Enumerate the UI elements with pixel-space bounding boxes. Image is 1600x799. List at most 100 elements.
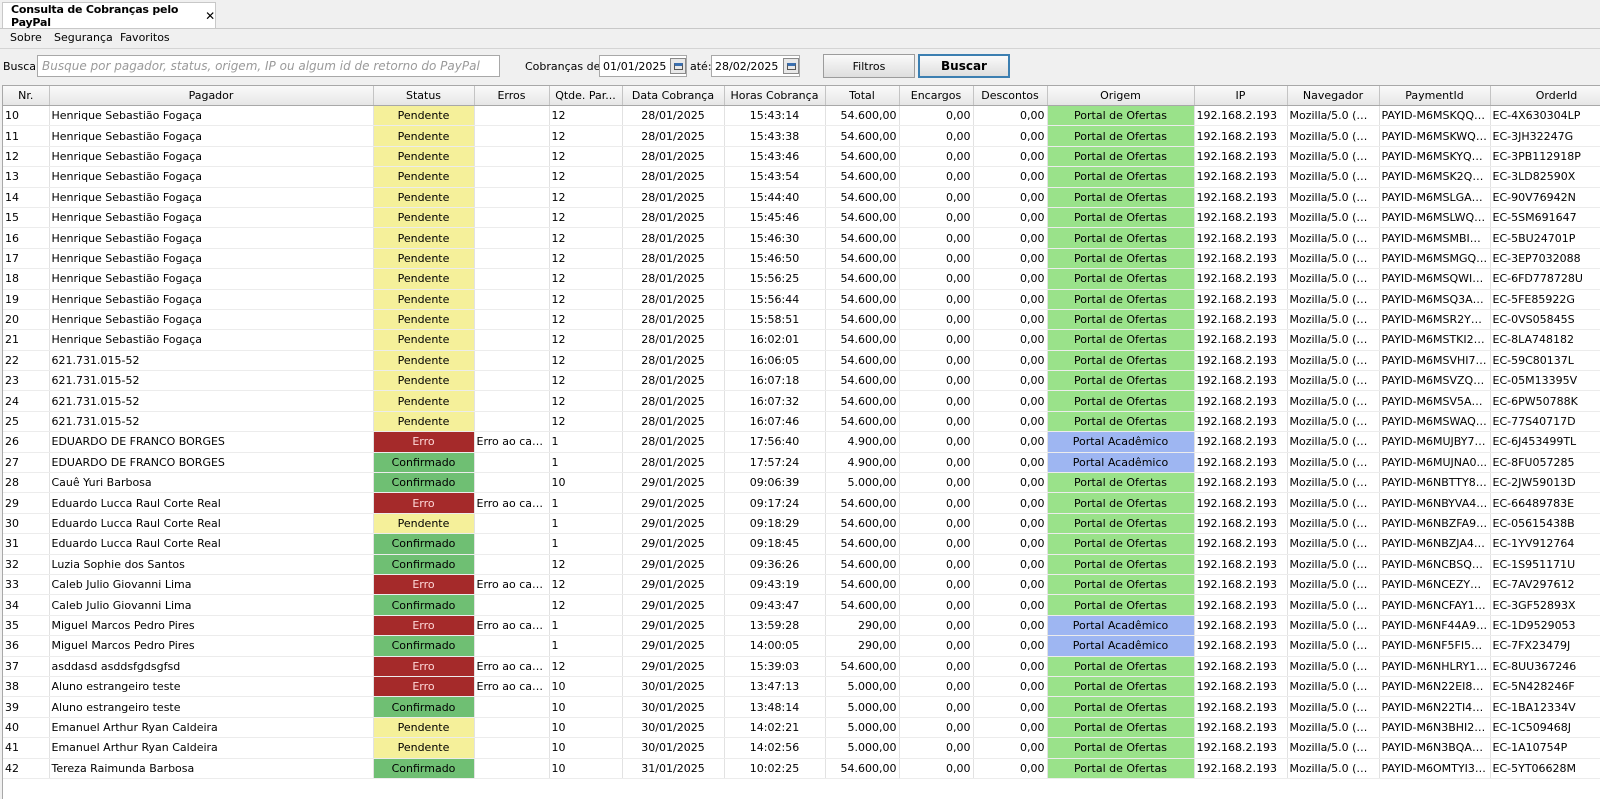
- cell-navegador: Mozilla/5.0 (Win...: [1287, 207, 1380, 229]
- col-header-descontos[interactable]: Descontos: [973, 86, 1048, 106]
- cell-status: Erro: [373, 615, 475, 637]
- col-header-origem[interactable]: Origem: [1047, 86, 1195, 106]
- tab-consulta-cobrancas[interactable]: Consulta de Cobranças pelo PayPal ✕: [2, 2, 216, 29]
- cell-nr: 13: [3, 166, 50, 188]
- cell-paymentid: PAYID-M6N22EI8EN...: [1379, 676, 1491, 698]
- cell-descontos: 0,00: [973, 533, 1048, 555]
- table-row[interactable]: 12 Henrique Sebastião Fogaça Pendente 12 28/…: [3, 146, 1600, 168]
- cell-encargos: 0,00: [899, 554, 974, 575]
- table-row[interactable]: 29 Eduardo Lucca Raul Corte Real Erro Erro …: [3, 492, 1600, 514]
- col-header-navegador[interactable]: Navegador: [1287, 86, 1380, 106]
- cell-status: Erro: [373, 656, 475, 677]
- menu-item-seguranca[interactable]: Segurança: [54, 31, 113, 44]
- menu-item-sobre[interactable]: Sobre: [10, 31, 42, 44]
- table-row[interactable]: 31 Eduardo Lucca Raul Corte Real Confirmad…: [3, 533, 1600, 555]
- cell-pagador: EDUARDO DE FRANCO BORGES: [49, 431, 374, 453]
- table-row[interactable]: 22 621.731.015-52 Pendente 12 28/01/2025 16:0…: [3, 350, 1600, 372]
- cell-encargos: 0,00: [899, 390, 974, 412]
- table-row[interactable]: 38 Aluno estrangeiro teste Erro Erro ao cap…: [3, 676, 1600, 698]
- table-row[interactable]: 23 621.731.015-52 Pendente 12 28/01/2025 16:0…: [3, 370, 1600, 392]
- col-header-status[interactable]: Status: [373, 86, 475, 106]
- table-row[interactable]: 16 Henrique Sebastião Fogaça Pendente 12 28/…: [3, 227, 1600, 249]
- col-header-encargos[interactable]: Encargos: [899, 86, 974, 106]
- table-row[interactable]: 35 Miguel Marcos Pedro Pires Erro Erro ao c…: [3, 615, 1600, 637]
- table-row[interactable]: 42 Tereza Raimunda Barbosa Confirmado 10 31/…: [3, 758, 1600, 779]
- table-row[interactable]: 41 Emanuel Arthur Ryan Caldeira Pendente 10…: [3, 737, 1600, 759]
- table-row[interactable]: 40 Emanuel Arthur Ryan Caldeira Pendente 10…: [3, 717, 1600, 739]
- search-input[interactable]: [37, 55, 500, 77]
- table-row[interactable]: 14 Henrique Sebastião Fogaça Pendente 12 28/…: [3, 187, 1600, 208]
- col-header-nr[interactable]: Nr.: [3, 86, 50, 106]
- table-row[interactable]: 15 Henrique Sebastião Fogaça Pendente 12 28/…: [3, 207, 1600, 229]
- cell-encargos: 0,00: [899, 737, 974, 759]
- table-row[interactable]: 34 Caleb Julio Giovanni Lima Confirmado 12 2…: [3, 594, 1600, 616]
- table-row[interactable]: 18 Henrique Sebastião Fogaça Pendente 12 28/…: [3, 268, 1600, 290]
- table-row[interactable]: 33 Caleb Julio Giovanni Lima Erro Erro ao c…: [3, 574, 1600, 596]
- table-row[interactable]: 11 Henrique Sebastião Fogaça Pendente 12 28/…: [3, 125, 1600, 147]
- cell-total: 54.600,00: [825, 248, 900, 270]
- table-row[interactable]: 36 Miguel Marcos Pedro Pires Confirmado 1 29…: [3, 635, 1600, 657]
- table-row[interactable]: 32 Luzia Sophie dos Santos Confirmado 12 29/…: [3, 554, 1600, 575]
- search-button[interactable]: Buscar: [918, 54, 1010, 78]
- cell-pagador: Aluno estrangeiro teste: [49, 696, 374, 718]
- table-row[interactable]: 28 Cauê Yuri Barbosa Confirmado 10 29/01/202…: [3, 472, 1600, 494]
- cell-orderid: EC-1A10754P: [1490, 737, 1600, 759]
- col-header-erros[interactable]: Erros: [474, 86, 550, 106]
- table-row[interactable]: 39 Aluno estrangeiro teste Confirmado 10 30/…: [3, 696, 1600, 718]
- calendar-icon[interactable]: [670, 58, 686, 74]
- table-row[interactable]: 27 EDUARDO DE FRANCO BORGES Confirmado 1 28/…: [3, 452, 1600, 474]
- table-row[interactable]: 13 Henrique Sebastião Fogaça Pendente 12 28/…: [3, 166, 1600, 188]
- close-icon[interactable]: ✕: [205, 9, 215, 23]
- col-header-qtde-parcelas[interactable]: Qtde. Par...: [549, 86, 623, 106]
- calendar-icon[interactable]: [783, 58, 799, 74]
- table-row[interactable]: 26 EDUARDO DE FRANCO BORGES Erro Erro ao ca…: [3, 431, 1600, 453]
- cell-nr: 27: [3, 452, 50, 474]
- cell-qtde-parcelas: 12: [549, 146, 623, 168]
- cell-qtde-parcelas: 12: [549, 105, 623, 127]
- cell-origem: Portal de Ofertas: [1047, 492, 1195, 514]
- table-row[interactable]: 37 asddasd asddsfgdsgfsd Erro Erro ao capt.…: [3, 656, 1600, 677]
- table-row[interactable]: 21 Henrique Sebastião Fogaça Pendente 12 28/…: [3, 329, 1600, 351]
- cell-status: Pendente: [373, 125, 475, 147]
- cell-encargos: 0,00: [899, 656, 974, 677]
- col-header-pagador[interactable]: Pagador: [49, 86, 374, 106]
- cell-ip: 192.168.2.193: [1194, 676, 1288, 698]
- cell-erros: [474, 370, 550, 392]
- table-row[interactable]: 17 Henrique Sebastião Fogaça Pendente 12 28/…: [3, 248, 1600, 270]
- cell-pagador: Aluno estrangeiro teste: [49, 676, 374, 698]
- cell-horas-cobranca: 16:07:32: [724, 390, 826, 412]
- cell-origem: Portal de Ofertas: [1047, 533, 1195, 555]
- cell-qtde-parcelas: 12: [549, 248, 623, 270]
- filters-button[interactable]: Filtros: [823, 54, 915, 78]
- col-header-horas-cobranca[interactable]: Horas Cobrança: [724, 86, 826, 106]
- col-header-paymentid[interactable]: PaymentId: [1379, 86, 1491, 106]
- table-row[interactable]: 25 621.731.015-52 Pendente 12 28/01/2025 16:0…: [3, 411, 1600, 433]
- cell-nr: 24: [3, 390, 50, 412]
- col-header-data-cobranca[interactable]: Data Cobrança: [622, 86, 725, 106]
- date-from-field[interactable]: 01/01/2025: [599, 55, 687, 77]
- cell-erros: [474, 207, 550, 229]
- cell-total: 54.600,00: [825, 411, 900, 433]
- col-header-ip[interactable]: IP: [1194, 86, 1288, 106]
- cell-data-cobranca: 28/01/2025: [622, 452, 725, 474]
- cell-paymentid: PAYID-M6MSKWQ1...: [1379, 125, 1491, 147]
- cell-ip: 192.168.2.193: [1194, 758, 1288, 779]
- cell-paymentid: PAYID-M6MSVHI79...: [1379, 350, 1491, 372]
- table-row[interactable]: 19 Henrique Sebastião Fogaça Pendente 12 28/…: [3, 289, 1600, 310]
- table-row[interactable]: 10 Henrique Sebastião Fogaça Pendente 12 28/…: [3, 105, 1600, 127]
- col-header-orderid[interactable]: OrderId: [1490, 86, 1600, 106]
- cell-origem: Portal de Ofertas: [1047, 329, 1195, 351]
- cell-status: Pendente: [373, 289, 475, 310]
- table-row[interactable]: 20 Henrique Sebastião Fogaça Pendente 12 28/…: [3, 309, 1600, 331]
- cell-ip: 192.168.2.193: [1194, 717, 1288, 739]
- cell-data-cobranca: 28/01/2025: [622, 309, 725, 331]
- table-row[interactable]: 24 621.731.015-52 Pendente 12 28/01/2025 16:0…: [3, 390, 1600, 412]
- table-row[interactable]: 30 Eduardo Lucca Raul Corte Real Pendente 1…: [3, 513, 1600, 535]
- col-header-total[interactable]: Total: [825, 86, 900, 106]
- date-to-field[interactable]: 28/02/2025: [711, 55, 800, 77]
- cell-erros: [474, 390, 550, 412]
- cell-ip: 192.168.2.193: [1194, 594, 1288, 616]
- menu-item-favoritos[interactable]: Favoritos: [120, 31, 170, 44]
- cell-origem: Portal de Ofertas: [1047, 105, 1195, 127]
- cell-nr: 19: [3, 289, 50, 310]
